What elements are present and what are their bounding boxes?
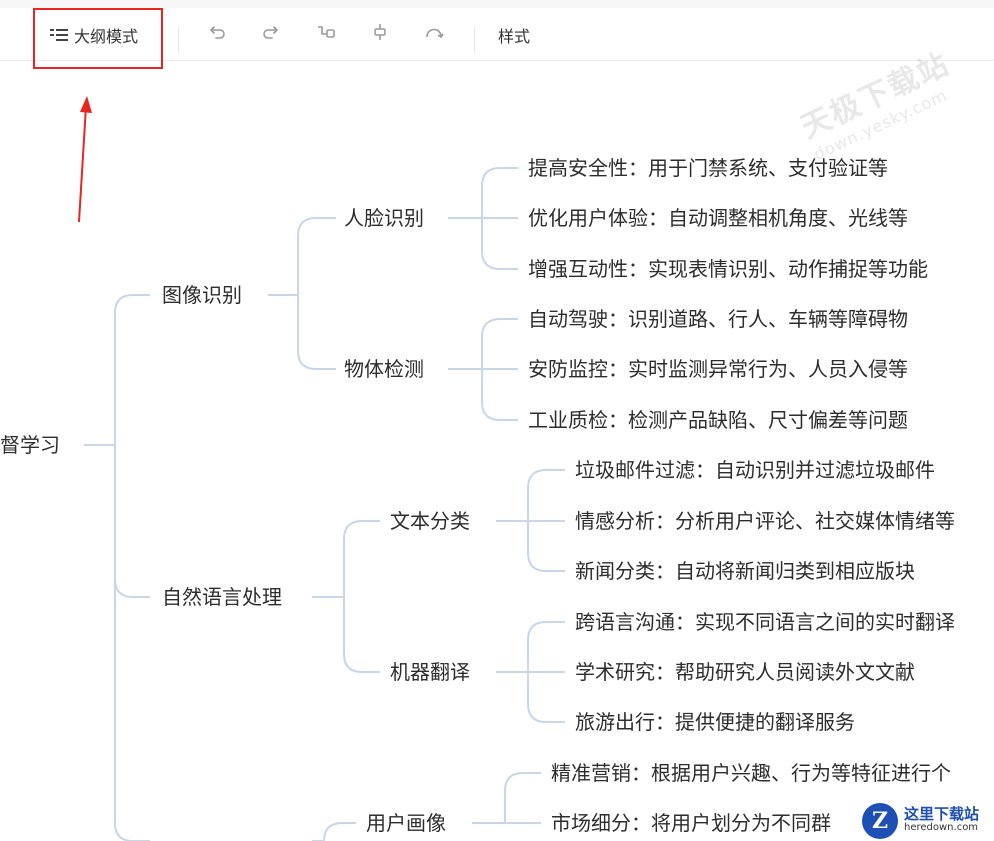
mindmap-root-node[interactable]: 督学习 <box>0 432 60 458</box>
mindmap-leaf[interactable]: 自动驾驶：识别道路、行人、车辆等障碍物 <box>528 306 908 332</box>
mindmap-node-face-recognition[interactable]: 人脸识别 <box>344 205 424 231</box>
mindmap-leaf[interactable]: 垃圾邮件过滤：自动识别并过滤垃圾邮件 <box>575 457 935 483</box>
mindmap-leaf[interactable]: 提高安全性：用于门禁系统、支付验证等 <box>528 155 888 181</box>
mindmap-leaf[interactable]: 工业质检：检测产品缺陷、尺寸偏差等问题 <box>528 407 908 433</box>
mindmap-leaf[interactable]: 市场细分：将用户划分为不同群 <box>551 810 831 836</box>
mindmap-node-object-detection[interactable]: 物体检测 <box>344 356 424 382</box>
mindmap-node-image-recognition[interactable]: 图像识别 <box>162 282 242 308</box>
mindmap-leaf[interactable]: 情感分析：分析用户评论、社交媒体情绪等 <box>575 508 955 534</box>
mindmap-leaf[interactable]: 学术研究：帮助研究人员阅读外文文献 <box>575 659 915 685</box>
mindmap-leaf[interactable]: 增强互动性：实现表情识别、动作捕捉等功能 <box>528 256 928 282</box>
mindmap-node-machine-translation[interactable]: 机器翻译 <box>390 659 470 685</box>
corner-watermark-logo: Z 这里下载站 heredown.com <box>862 800 994 841</box>
mindmap-leaf[interactable]: 跨语言沟通：实现不同语言之间的实时翻译 <box>575 609 955 635</box>
mindmap-node-text-classification[interactable]: 文本分类 <box>390 508 470 534</box>
mindmap-leaf[interactable]: 优化用户体验：自动调整相机角度、光线等 <box>528 205 908 231</box>
mindmap-leaf[interactable]: 新闻分类：自动将新闻归类到相应版块 <box>575 558 915 584</box>
logo-z-icon: Z <box>862 802 898 839</box>
mindmap-leaf[interactable]: 安防监控：实时监测异常行为、人员入侵等 <box>528 356 908 382</box>
mindmap-node-user-profile[interactable]: 用户画像 <box>366 810 446 836</box>
mindmap-leaf[interactable]: 精准营销：根据用户兴趣、行为等特征进行个 <box>551 760 951 786</box>
mindmap-node-nlp[interactable]: 自然语言处理 <box>162 584 282 610</box>
mindmap-leaf[interactable]: 旅游出行：提供便捷的翻译服务 <box>575 709 855 735</box>
